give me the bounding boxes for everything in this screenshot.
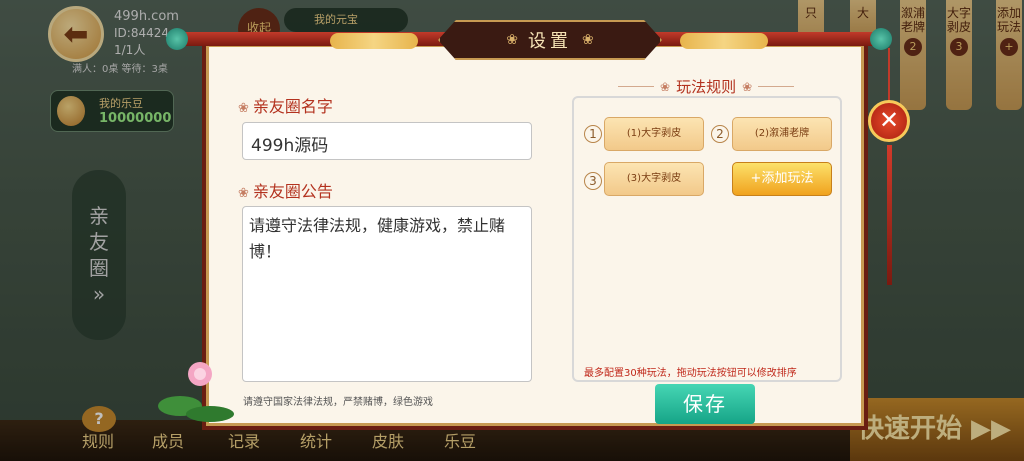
tassel-decoration — [887, 145, 892, 285]
divider-line — [618, 86, 654, 87]
rules-title-text: 玩法规则 — [676, 78, 737, 96]
cloud-ornament — [680, 33, 768, 49]
knot-icon: ❀ — [660, 79, 671, 94]
rule-button[interactable]: (3)大字剥皮 — [604, 162, 704, 196]
rod-cap-right — [870, 28, 892, 50]
friend-circle-notice-textarea[interactable]: 请遵守法律法规，健康游戏，禁止赌博！ — [242, 206, 532, 382]
notice-section-label: ❀ 亲友圈公告 — [238, 178, 333, 202]
close-button[interactable]: ✕ — [868, 100, 910, 142]
name-label-text: 亲友圈名字 — [252, 97, 333, 116]
knot-icon: ❀ — [742, 79, 753, 94]
name-section-label: ❀ 亲友圈名字 — [238, 93, 333, 117]
dialog-title: 设置 — [528, 31, 572, 52]
knot-icon: ❀ — [582, 32, 594, 48]
rod-cap-left — [166, 28, 188, 50]
divider-line — [758, 86, 795, 87]
notice-hint: 请遵守国家法律法规，严禁赌博，绿色游戏 — [243, 397, 433, 408]
knot-icon: ❀ — [238, 101, 249, 116]
notice-label-text: 亲友圈公告 — [252, 182, 333, 201]
lotus-decoration — [158, 362, 234, 422]
close-icon: ✕ — [878, 106, 900, 134]
friend-circle-name-input[interactable]: 499h源码 — [242, 122, 532, 160]
rule-index: 3 — [584, 172, 602, 190]
rule-index: 1 — [584, 125, 602, 143]
knot-icon: ❀ — [506, 32, 518, 48]
rules-title: ❀ 玩法规则 ❀ — [618, 76, 795, 97]
save-button[interactable]: 保存 — [655, 384, 755, 424]
rule-button[interactable]: (2)溆浦老牌 — [732, 117, 832, 151]
cloud-ornament — [330, 33, 418, 49]
dialog-title-plate: ❀ 设置 ❀ — [438, 20, 662, 60]
tassel-cord — [888, 48, 890, 102]
add-rule-button[interactable]: +添加玩法 — [732, 162, 832, 196]
rule-index: 2 — [711, 125, 729, 143]
rules-hint: 最多配置30种玩法，拖动玩法按钮可以修改排序 — [584, 368, 797, 379]
knot-icon: ❀ — [238, 186, 249, 201]
rule-button[interactable]: (1)大字剥皮 — [604, 117, 704, 151]
